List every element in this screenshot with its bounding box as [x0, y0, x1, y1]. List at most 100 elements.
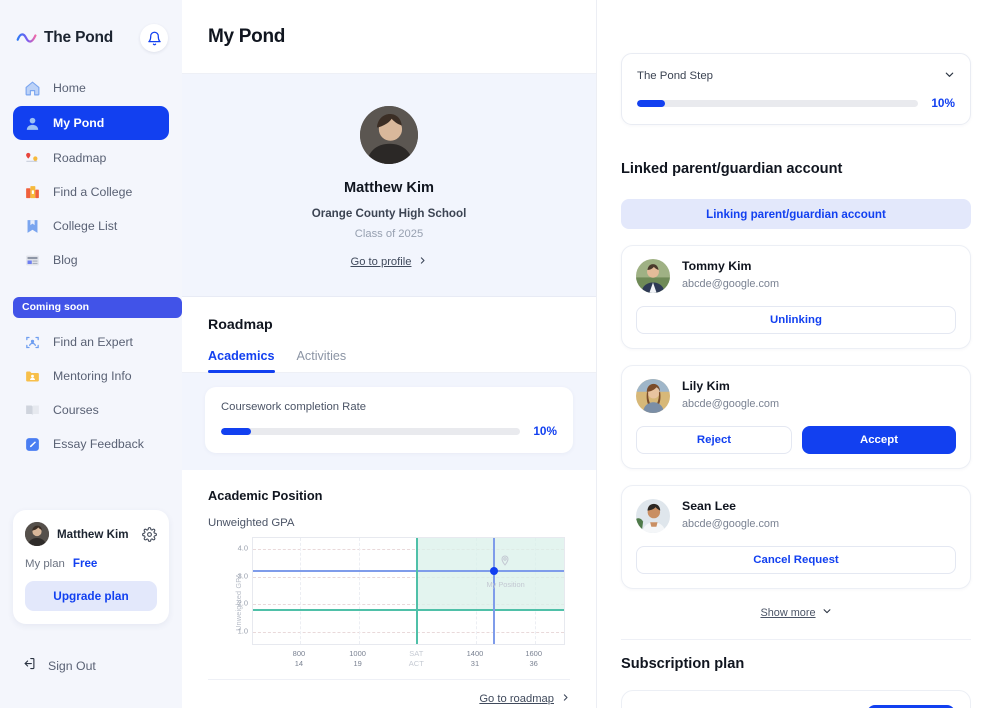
chart-y-tick: 3.0: [237, 571, 248, 581]
sidebar-item-find-a-college[interactable]: Find a College: [13, 176, 169, 208]
parent-email: abcde@google.com: [682, 398, 780, 410]
person-icon: [22, 113, 42, 133]
chevron-right-icon: [561, 693, 570, 705]
coursework-card: Coursework completion Rate 10%: [205, 387, 573, 453]
accept-button[interactable]: Accept: [802, 426, 956, 454]
academic-position-subtitle: Unweighted GPA: [208, 517, 295, 529]
avatar: [636, 499, 670, 533]
progress-track: [637, 99, 919, 107]
chart-plot-area: My Position: [252, 537, 565, 645]
go-to-roadmap-link[interactable]: Go to roadmap: [479, 693, 570, 705]
sidebar-item-mentoring-info[interactable]: Mentoring Info: [13, 360, 169, 392]
reject-button[interactable]: Reject: [636, 426, 792, 454]
upgrade-plan-button[interactable]: Upgrade plan: [25, 581, 157, 611]
parent-card-actions: Cancel Request: [636, 546, 956, 574]
progress-track: [221, 427, 521, 435]
coursework-label: Coursework completion Rate: [221, 401, 367, 413]
parent-card-header: Lily Kim abcde@google.com: [636, 379, 956, 413]
progress-fill: [221, 427, 251, 435]
tab-activities[interactable]: Activities: [297, 349, 347, 372]
link-parent-guardian-button[interactable]: Linking parent/guardian account: [621, 199, 971, 229]
sidebar-item-college-list[interactable]: College List: [13, 210, 169, 242]
parent-account-card: Sean Lee abcde@google.com Cancel Request: [621, 485, 971, 589]
go-to-roadmap-label: Go to roadmap: [479, 693, 554, 705]
chevron-down-icon: [822, 606, 832, 619]
pond-logo-icon: [16, 30, 38, 46]
parent-card-actions: Unlinking: [636, 306, 956, 334]
folder-user-icon: [22, 366, 42, 386]
coursework-progress: 10%: [221, 424, 557, 438]
chart-y-ticks: 4.0 3.0 2.0 1.0: [222, 537, 248, 645]
pond-step-card[interactable]: The Pond Step 10%: [621, 53, 971, 125]
chart-x-ticks: 800 14 1000 19 SAT ACT 1400 31 1600 36: [252, 649, 565, 673]
sidebar-item-home[interactable]: Home: [13, 72, 169, 104]
chart-my-position-marker[interactable]: [489, 567, 498, 576]
plan-label: My plan: [25, 557, 65, 570]
sidebar-item-label: Courses: [53, 403, 99, 417]
parent-name: Lily Kim: [682, 379, 730, 393]
parent-card-identity: Sean Lee abcde@google.com: [682, 499, 779, 530]
chart-my-position-label: My Position: [486, 580, 525, 590]
profile-class: Class of 2025: [354, 228, 424, 240]
pond-step-title: The Pond Step: [637, 70, 713, 82]
pond-step-progress: 10%: [637, 96, 955, 110]
face-scan-icon: [22, 332, 42, 352]
show-more-button[interactable]: Show more: [621, 606, 971, 619]
chevron-down-icon[interactable]: [944, 67, 955, 85]
page-header: My Pond: [182, 0, 596, 74]
roadmap-title: Roadmap: [208, 317, 273, 333]
sidebar-item-courses[interactable]: Courses: [13, 394, 169, 426]
chart-reference-line-gpa-threshold: [253, 609, 564, 611]
chart-x-tick: 1600 36: [525, 649, 542, 668]
sidebar-item-find-an-expert[interactable]: Find an Expert: [13, 326, 169, 358]
bookmark-icon: [22, 216, 42, 236]
roadmap-tabs: Academics Activities: [182, 349, 596, 373]
sidebar-item-label: Roadmap: [53, 151, 107, 165]
parent-name: Sean Lee: [682, 499, 736, 513]
progress-fill: [637, 99, 666, 107]
cancel-request-button[interactable]: Cancel Request: [636, 546, 956, 574]
profile-name: Matthew Kim: [344, 180, 434, 196]
user-card: Matthew Kim My plan Free Upgrade plan: [13, 510, 169, 624]
unlinking-button[interactable]: Unlinking: [636, 306, 956, 334]
user-card-header: Matthew Kim: [25, 522, 157, 546]
chart-x-tick: 800 14: [292, 649, 306, 668]
sign-out-button[interactable]: Sign Out: [22, 656, 96, 676]
parent-card-actions: Reject Accept: [636, 426, 956, 454]
map-pin-icon: [22, 148, 42, 168]
sidebar-item-roadmap[interactable]: Roadmap: [13, 142, 169, 174]
section-divider: [621, 639, 971, 640]
chart-x-axis-name: SAT ACT: [408, 649, 424, 668]
avatar: [360, 106, 418, 164]
parent-card-identity: Tommy Kim abcde@google.com: [682, 259, 779, 290]
building-icon: [22, 182, 42, 202]
avatar: [636, 379, 670, 413]
sidebar-item-label: Find a College: [53, 185, 133, 199]
academic-position-title: Academic Position: [208, 488, 323, 503]
parent-email: abcde@google.com: [682, 518, 780, 530]
go-to-profile-link[interactable]: Go to profile: [351, 256, 428, 268]
sidebar-item-label: Mentoring Info: [53, 369, 132, 383]
parent-name: Tommy Kim: [682, 259, 752, 273]
chevron-right-icon: [418, 256, 427, 268]
go-to-roadmap-row: Go to roadmap: [208, 679, 570, 708]
book-icon: [22, 400, 42, 420]
show-more-label: Show more: [760, 606, 816, 619]
coming-soon-nav: Find an Expert Mentoring Info Courses Es…: [0, 326, 182, 461]
gear-icon[interactable]: [142, 526, 157, 542]
tab-academics[interactable]: Academics: [208, 349, 275, 373]
chart-reference-line-score-threshold: [416, 538, 419, 644]
linked-accounts-title: Linked parent/guardian account: [621, 161, 843, 177]
parent-card-header: Tommy Kim abcde@google.com: [636, 259, 956, 293]
sidebar-item-essay-feedback[interactable]: Essay Feedback: [13, 428, 169, 460]
sidebar-item-label: Blog: [53, 253, 78, 267]
sidebar-item-blog[interactable]: Blog: [13, 244, 169, 276]
sidebar-item-label: Find an Expert: [53, 335, 133, 349]
sidebar-item-my-pond[interactable]: My Pond: [13, 106, 169, 140]
avatar: [25, 522, 49, 546]
home-icon: [22, 78, 42, 98]
chart-reference-line-my-score: [492, 538, 495, 644]
chart-y-tick: 2.0: [237, 598, 248, 608]
sidebar-item-label: College List: [53, 219, 118, 233]
bell-icon[interactable]: [140, 24, 168, 52]
